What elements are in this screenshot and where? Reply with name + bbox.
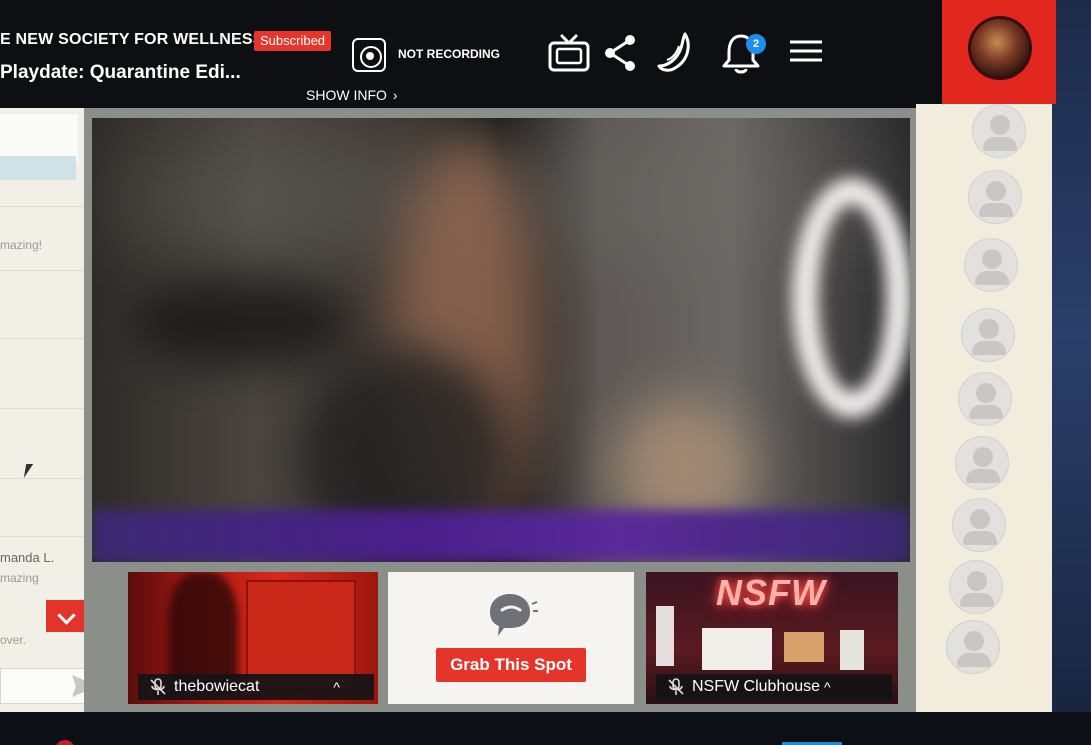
desktop-background: [1050, 0, 1091, 745]
menu-icon[interactable]: [786, 30, 832, 76]
video-overlay-bar: [92, 510, 910, 562]
main-video[interactable]: [92, 118, 910, 562]
tv-icon[interactable]: [546, 30, 592, 76]
banana-icon[interactable]: [655, 30, 701, 76]
stream-title: Playdate: Quarantine Edi...: [0, 62, 241, 83]
wall-art: [840, 630, 864, 670]
chevron-up-icon[interactable]: ^: [333, 679, 340, 695]
tile-username: NSFW Clubhouse: [692, 678, 821, 695]
viewer-slot[interactable]: [968, 170, 1022, 224]
guest-tile-1[interactable]: thebowiecat ^: [128, 572, 378, 704]
ring-light: [792, 178, 910, 418]
video-blur: [132, 278, 352, 368]
show-info-label: SHOW INFO: [306, 87, 387, 103]
chat-message-text: mazing: [0, 571, 39, 585]
stream-header: E NEW SOCIETY FOR WELLNESS Subscribed Pl…: [0, 0, 942, 108]
chat-message-author: manda L.: [0, 550, 55, 565]
taskbar-app-icon[interactable]: [55, 740, 75, 745]
wall-art: [656, 606, 674, 666]
open-spot-tile: Grab This Spot: [388, 572, 634, 704]
record-icon[interactable]: [352, 38, 386, 72]
show-info-link[interactable]: SHOW INFO ›: [306, 87, 398, 103]
neon-sign: NSFW: [716, 572, 826, 613]
wall-art: [784, 632, 824, 662]
grab-spot-button[interactable]: Grab This Spot: [436, 648, 586, 682]
chevron-up-icon[interactable]: ^: [824, 679, 831, 695]
chat-message-text: mazing!: [0, 238, 43, 252]
scroll-down-button[interactable]: [46, 600, 88, 632]
subscribed-badge[interactable]: Subscribed: [254, 31, 332, 51]
share-icon[interactable]: [598, 30, 644, 76]
tile-name-bar: thebowiecat ^: [138, 674, 374, 700]
recording-status: NOT RECORDING: [398, 47, 500, 61]
viewer-slot[interactable]: [958, 372, 1012, 426]
chevron-right-icon: ›: [392, 87, 398, 103]
channel-name[interactable]: E NEW SOCIETY FOR WELLNESS: [0, 31, 264, 49]
tile-username: thebowiecat: [174, 678, 260, 695]
user-avatar-block: [942, 0, 1056, 104]
chat-highlight: [0, 156, 76, 180]
guest-tile-3[interactable]: NSFW NSFW Clubhouse ^: [646, 572, 898, 704]
viewer-slot[interactable]: [952, 498, 1006, 552]
mic-muted-icon[interactable]: [148, 677, 168, 697]
viewer-slot[interactable]: [955, 436, 1009, 490]
viewer-list: [916, 104, 1052, 712]
tile-name-bar: NSFW Clubhouse ^: [656, 674, 892, 700]
os-taskbar: [0, 712, 1091, 745]
viewer-slot[interactable]: [949, 560, 1003, 614]
speech-bubble-icon: [490, 594, 538, 636]
viewer-slot[interactable]: [964, 238, 1018, 292]
wall-art: [702, 628, 772, 670]
chat-header: [0, 114, 78, 162]
mic-muted-icon[interactable]: [666, 677, 686, 697]
chat-message-text: over.: [0, 633, 27, 647]
viewer-slot[interactable]: [946, 620, 1000, 674]
avatar[interactable]: [968, 16, 1032, 80]
notification-count-badge: 2: [746, 34, 766, 54]
viewer-slot[interactable]: [961, 308, 1015, 362]
viewer-slot[interactable]: [972, 104, 1026, 158]
